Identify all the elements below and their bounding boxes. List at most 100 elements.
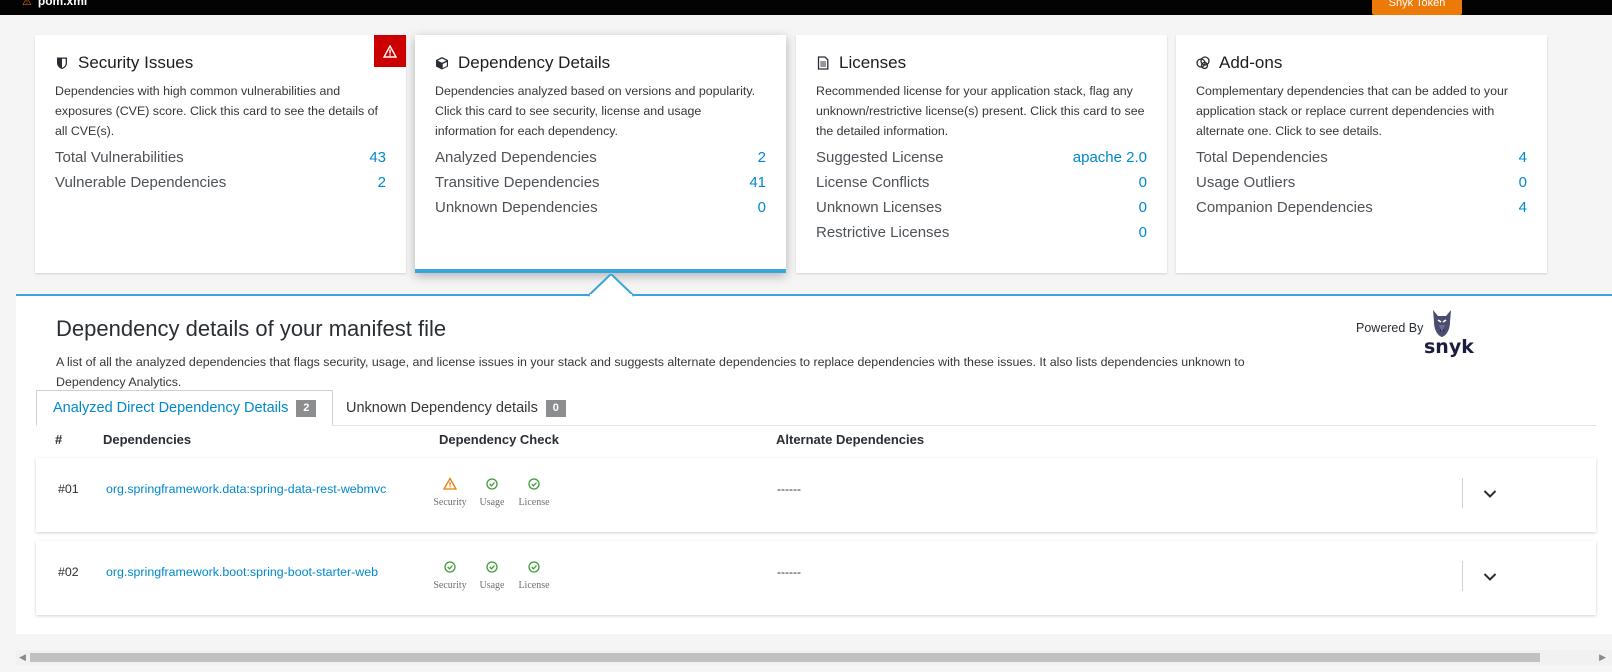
card-licenses[interactable]: Licenses Recommended license for your ap… xyxy=(796,35,1167,273)
check-circle-icon xyxy=(486,561,498,573)
card-addons[interactable]: Add-ons Complementary dependencies that … xyxy=(1176,35,1547,273)
stat-row: Total Dependencies 4 xyxy=(1196,145,1527,170)
stat-row: Usage Outliers 0 xyxy=(1196,170,1527,195)
column-header-num: # xyxy=(55,432,63,447)
stat-value: 43 xyxy=(369,149,386,166)
stat-label: Vulnerable Dependencies xyxy=(55,174,227,191)
stat-label: Unknown Dependencies xyxy=(435,199,598,216)
scroll-right-arrow-icon[interactable]: ▶ xyxy=(1599,652,1606,663)
card-title-text: Licenses xyxy=(839,53,907,72)
stat-row: License Conflicts 0 xyxy=(816,170,1147,195)
stat-label: Usage Outliers xyxy=(1196,174,1296,191)
stat-value: 41 xyxy=(749,174,766,191)
stat-label: Analyzed Dependencies xyxy=(435,149,597,166)
stat-row: Restrictive Licenses 0 xyxy=(816,220,1147,245)
row-number: #01 xyxy=(58,482,79,496)
check-circle-icon xyxy=(444,561,456,573)
check-label: License xyxy=(518,580,550,591)
table-header: # Dependencies Dependency Check Alternat… xyxy=(16,432,1596,452)
stat-row: Transitive Dependencies 41 xyxy=(435,170,766,195)
warning-icon xyxy=(442,477,458,490)
check-label: Security xyxy=(433,580,467,591)
card-title: Dependency Details xyxy=(435,51,766,75)
stat-label: License Conflicts xyxy=(816,174,930,191)
divider xyxy=(1462,478,1463,508)
dependency-link[interactable]: org.springframework.data:spring-data-res… xyxy=(106,482,386,496)
chevron-down-icon[interactable] xyxy=(1482,569,1498,585)
table-row[interactable]: #02 org.springframework.boot:spring-boot… xyxy=(36,541,1596,615)
panel-intro: A list of all the analyzed dependencies … xyxy=(56,355,1245,389)
chevron-down-icon[interactable] xyxy=(1482,486,1498,502)
security-check: Security xyxy=(429,476,471,508)
stat-row: Unknown Licenses 0 xyxy=(816,195,1147,220)
check-label: Usage xyxy=(479,580,505,591)
stat-label: Unknown Licenses xyxy=(816,199,942,216)
tab-count-badge: 2 xyxy=(296,399,317,417)
dependency-details-panel: Dependency details of your manifest file… xyxy=(16,294,1612,634)
horizontal-scrollbar[interactable]: ◀ ▶ xyxy=(16,650,1612,665)
cube-icon xyxy=(436,57,448,70)
stat-value: 0 xyxy=(1138,224,1147,241)
stat-label: Total Vulnerabilities xyxy=(55,149,184,166)
stat-value: 0 xyxy=(757,199,766,216)
addons-icon xyxy=(1196,56,1210,70)
check-label: Security xyxy=(433,497,467,508)
check-label: Usage xyxy=(479,497,505,508)
check-circle-icon xyxy=(486,478,498,490)
snyk-logo: snyk xyxy=(1424,308,1484,358)
stat-row: Unknown Dependencies 0 xyxy=(435,195,766,220)
scrollbar-thumb[interactable] xyxy=(30,653,1540,662)
check-label: License xyxy=(518,497,550,508)
card-description: Dependencies with high common vulnerabil… xyxy=(55,84,378,138)
tab-bar: Analyzed Direct Dependency Details 2 Unkn… xyxy=(36,390,1596,426)
tab-analyzed-direct[interactable]: Analyzed Direct Dependency Details 2 xyxy=(36,390,334,426)
card-title: Add-ons xyxy=(1196,51,1527,75)
column-header-dependencies: Dependencies xyxy=(103,432,192,447)
column-header-dependency-check: Dependency Check xyxy=(439,432,559,447)
dependency-link[interactable]: org.springframework.boot:spring-boot-sta… xyxy=(106,565,378,579)
card-dependency-details[interactable]: Dependency Details Dependencies analyzed… xyxy=(415,35,786,273)
card-title-text: Add-ons xyxy=(1219,53,1283,72)
alternate-dependency: ------ xyxy=(777,565,801,579)
stat-row: Total Vulnerabilities 43 xyxy=(55,145,386,170)
file-text-icon xyxy=(817,56,829,70)
stat-value: 4 xyxy=(1518,149,1527,166)
security-check: Security xyxy=(429,559,471,591)
card-title: Licenses xyxy=(816,51,1147,75)
card-description: Dependencies analyzed based on versions … xyxy=(435,84,756,138)
stat-label: Suggested License xyxy=(816,149,944,166)
card-title-text: Dependency Details xyxy=(458,53,611,72)
divider xyxy=(1462,561,1463,591)
check-circle-icon xyxy=(528,561,540,573)
tab-label: Analyzed Direct Dependency Details xyxy=(53,400,289,416)
summary-cards: Security Issues Dependencies with high c… xyxy=(0,0,1612,300)
alert-badge xyxy=(374,35,406,67)
stat-row: Companion Dependencies 4 xyxy=(1196,195,1527,220)
card-title-text: Security Issues xyxy=(78,53,194,72)
stat-value: apache 2.0 xyxy=(1072,149,1147,166)
usage-check: Usage xyxy=(471,476,513,508)
stat-row: Vulnerable Dependencies 2 xyxy=(55,170,386,195)
stat-label: Total Dependencies xyxy=(1196,149,1328,166)
shield-icon xyxy=(57,57,67,69)
stat-label: Companion Dependencies xyxy=(1196,199,1373,216)
column-header-alternate: Alternate Dependencies xyxy=(776,432,925,447)
tab-count-badge: 0 xyxy=(545,399,566,417)
card-security-issues[interactable]: Security Issues Dependencies with high c… xyxy=(35,35,406,273)
stat-value: 0 xyxy=(1518,174,1527,191)
snyk-wordmark: snyk xyxy=(1424,336,1474,358)
alternate-dependency: ------ xyxy=(777,482,801,496)
stat-value: 4 xyxy=(1518,199,1527,216)
tab-unknown-dependency[interactable]: Unknown Dependency details 0 xyxy=(329,390,583,426)
check-circle-icon xyxy=(528,478,540,490)
stat-row: Suggested License apache 2.0 xyxy=(816,145,1147,170)
stat-value: 0 xyxy=(1138,174,1147,191)
warning-triangle-icon xyxy=(383,44,397,58)
license-check: License xyxy=(513,559,555,591)
page-title: Dependency details of your manifest file xyxy=(56,316,447,341)
table-row[interactable]: #01 org.springframework.data:spring-data… xyxy=(36,458,1596,532)
scroll-left-arrow-icon[interactable]: ◀ xyxy=(19,652,26,663)
active-card-pointer xyxy=(588,274,634,298)
stat-value: 2 xyxy=(757,149,766,166)
stat-label: Restrictive Licenses xyxy=(816,224,950,241)
